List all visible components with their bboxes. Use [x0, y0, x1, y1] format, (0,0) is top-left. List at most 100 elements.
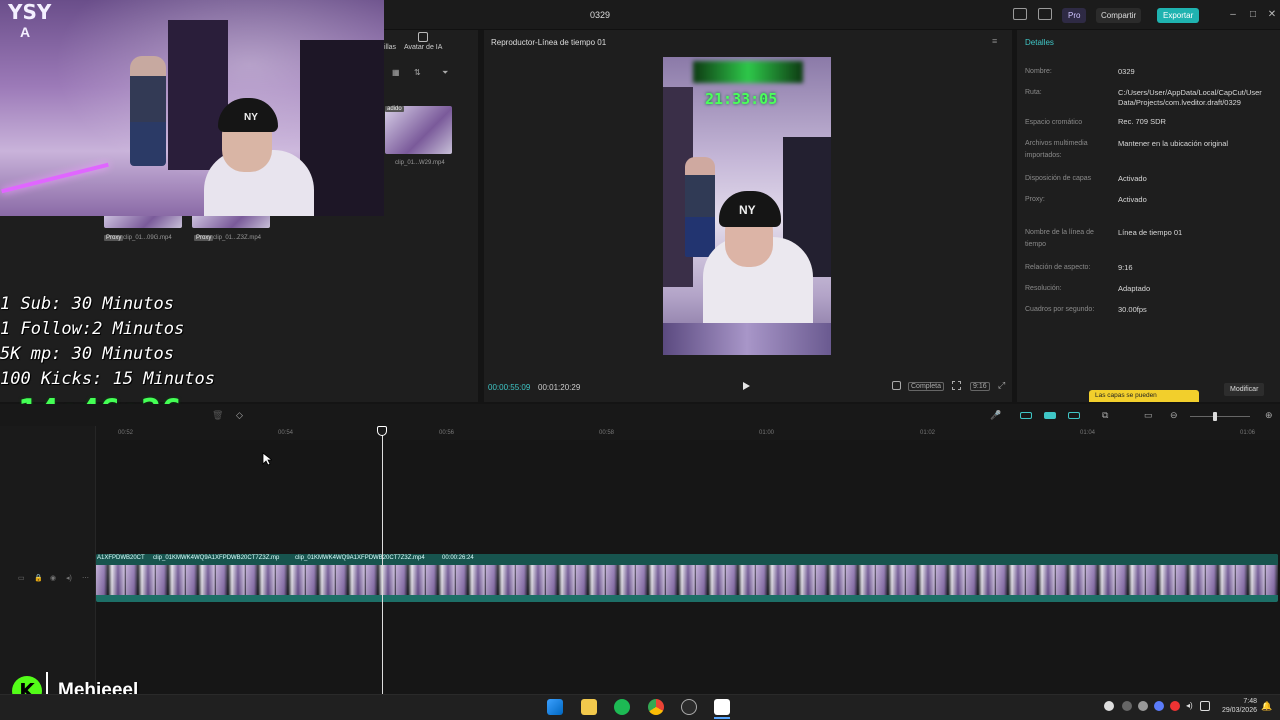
track-headers	[0, 426, 96, 694]
play-button[interactable]	[743, 382, 750, 390]
menu-icon[interactable]: ≡	[992, 36, 997, 46]
detail-label: Relación de aspecto:	[1025, 264, 1091, 271]
fit-icon[interactable]: ▭	[1144, 410, 1153, 421]
timeline-ruler[interactable]	[96, 426, 1280, 440]
volume-icon[interactable]: ◂)	[1186, 701, 1193, 710]
clip-filmstrip-shade	[96, 565, 1278, 595]
quality-selector[interactable]: Completa	[908, 382, 944, 391]
fullscreen-icon[interactable]: ⤢	[998, 380, 1005, 391]
main-track-magnet-icon[interactable]	[1020, 412, 1032, 419]
share-button[interactable]: Compartir	[1096, 8, 1142, 23]
clock-time: 7:48	[1243, 698, 1257, 705]
tray-icon[interactable]	[1138, 701, 1148, 711]
tray-icon[interactable]	[1122, 701, 1132, 711]
clock-date: 29/03/2026	[1221, 707, 1257, 714]
close-icon[interactable]: ✕	[1266, 9, 1278, 20]
delete-icon[interactable]: 🗑	[212, 410, 223, 421]
crop-icon[interactable]	[892, 381, 901, 390]
detail-value: Línea de tiempo 01	[1118, 228, 1183, 237]
webcam-overlay: NY YSY A	[0, 0, 384, 216]
detail-value: Mantener en la ubicación original	[1118, 139, 1229, 148]
auto-snap-icon[interactable]	[1044, 412, 1056, 419]
capcut-icon[interactable]	[714, 699, 730, 715]
recording-icon[interactable]	[1170, 701, 1180, 711]
player-title: Reproductor-Línea de tiempo 01	[491, 38, 607, 47]
notifications-icon[interactable]	[1200, 701, 1210, 711]
ruler-tick: 00:56	[439, 430, 455, 436]
media-thumbnail[interactable]	[385, 106, 452, 154]
ratio-selector[interactable]: 9:16	[970, 382, 990, 391]
detail-value: Activado	[1118, 174, 1147, 183]
playhead-handle[interactable]	[377, 426, 387, 436]
detail-value: Activado	[1118, 195, 1147, 204]
detail-value: C:/Users/User/AppData/Local/CapCut/User …	[1118, 88, 1262, 107]
avatar-icon	[418, 32, 428, 42]
ruler-tick: 00:52	[118, 430, 134, 436]
more-icon[interactable]: ⋯	[82, 574, 89, 582]
chrome-icon[interactable]	[648, 699, 664, 715]
detail-label: Archivos multimedia importados:	[1025, 140, 1088, 159]
details-panel	[1017, 30, 1280, 402]
detail-label: Nombre:	[1025, 68, 1052, 75]
clip-name: clip_01...09G.mp4	[123, 235, 172, 241]
modify-button[interactable]: Modificar	[1224, 383, 1265, 396]
layout-icon[interactable]	[1013, 8, 1027, 20]
timeline-toolbar	[0, 404, 1280, 426]
video-clip-track[interactable]: A1XFPDWB20CT clip_01KMWK4WQ9A1XFPDWB20CT…	[96, 554, 1278, 602]
preview-axis-icon[interactable]: ⧉	[1102, 410, 1108, 421]
zoom-out-icon[interactable]: ⊖	[1170, 410, 1178, 421]
clip-label: clip_01KMWK4WQ9A1XFPDWB20CT7Z3Z.mp4	[295, 555, 425, 561]
tab-ai-avatar[interactable]: Avatar de IA	[404, 44, 442, 51]
audio-icon[interactable]: ◂)	[66, 574, 72, 582]
export-button[interactable]: Exportar	[1157, 8, 1200, 23]
video-preview[interactable]: 21:33:05 NY	[663, 57, 831, 355]
zoom-in-icon[interactable]: ⊕	[1265, 410, 1273, 421]
detail-label: Nombre de la línea de tiempo	[1025, 229, 1094, 248]
lock-icon[interactable]: 🔒	[34, 574, 43, 582]
total-time: 00:01:20:29	[538, 383, 581, 392]
wall-logo-sub: A	[20, 24, 31, 40]
obs-icon[interactable]	[681, 699, 697, 715]
ruler-tick: 00:58	[599, 430, 615, 436]
detail-label: Proxy:	[1025, 196, 1045, 203]
goal-line: 5K mp: 30 Minutos	[0, 344, 174, 364]
taskbar	[0, 694, 1280, 720]
focus-icon[interactable]	[952, 381, 961, 390]
detail-value: Rec. 709 SDR	[1118, 117, 1166, 126]
mouse-cursor-icon	[262, 452, 272, 466]
wall-logo: YSY	[8, 0, 52, 24]
layers-tooltip: Las capas se pueden	[1089, 390, 1199, 402]
maximize-icon[interactable]: □	[1247, 9, 1259, 20]
sort-icon[interactable]: ⇅	[414, 68, 421, 77]
minimize-icon[interactable]: –	[1227, 9, 1239, 20]
filter-icon[interactable]: ⏷	[442, 68, 448, 78]
tab-templates[interactable]: illas	[384, 44, 396, 51]
marker-icon[interactable]: ◇	[236, 410, 243, 421]
eye-icon[interactable]: ◉	[50, 574, 56, 582]
zoom-slider[interactable]	[1190, 416, 1250, 417]
playhead[interactable]	[382, 432, 383, 707]
shortcuts-icon[interactable]	[1038, 8, 1052, 20]
spotify-icon[interactable]	[614, 699, 630, 715]
bell-icon[interactable]: 🔔	[1261, 701, 1272, 712]
pro-button[interactable]: Pro	[1062, 8, 1087, 23]
zoom-slider-handle[interactable]	[1213, 412, 1217, 421]
linkage-icon[interactable]	[1068, 412, 1080, 419]
tray-icon[interactable]	[1104, 701, 1114, 711]
tray-icon[interactable]	[1154, 701, 1164, 711]
cover-icon[interactable]: ▭	[18, 574, 25, 582]
windows-start-icon[interactable]	[547, 699, 563, 715]
detail-value: 0329	[1118, 67, 1135, 76]
detail-value: 9:16	[1118, 263, 1133, 272]
clip-name: clip_01...W29.mp4	[395, 160, 445, 166]
preview-background-person	[685, 157, 715, 257]
microphone-icon[interactable]: 🎤	[990, 410, 1001, 421]
clock[interactable]: 7:48 29/03/2026	[1217, 697, 1257, 715]
background-person	[130, 56, 166, 166]
proxy-tag: Proxy	[104, 235, 124, 241]
ruler-tick: 01:02	[920, 430, 936, 436]
added-tag: adido	[385, 106, 404, 112]
file-explorer-icon[interactable]	[581, 699, 597, 715]
active-app-indicator	[714, 717, 730, 719]
grid-view-icon[interactable]: ▦	[392, 68, 400, 77]
